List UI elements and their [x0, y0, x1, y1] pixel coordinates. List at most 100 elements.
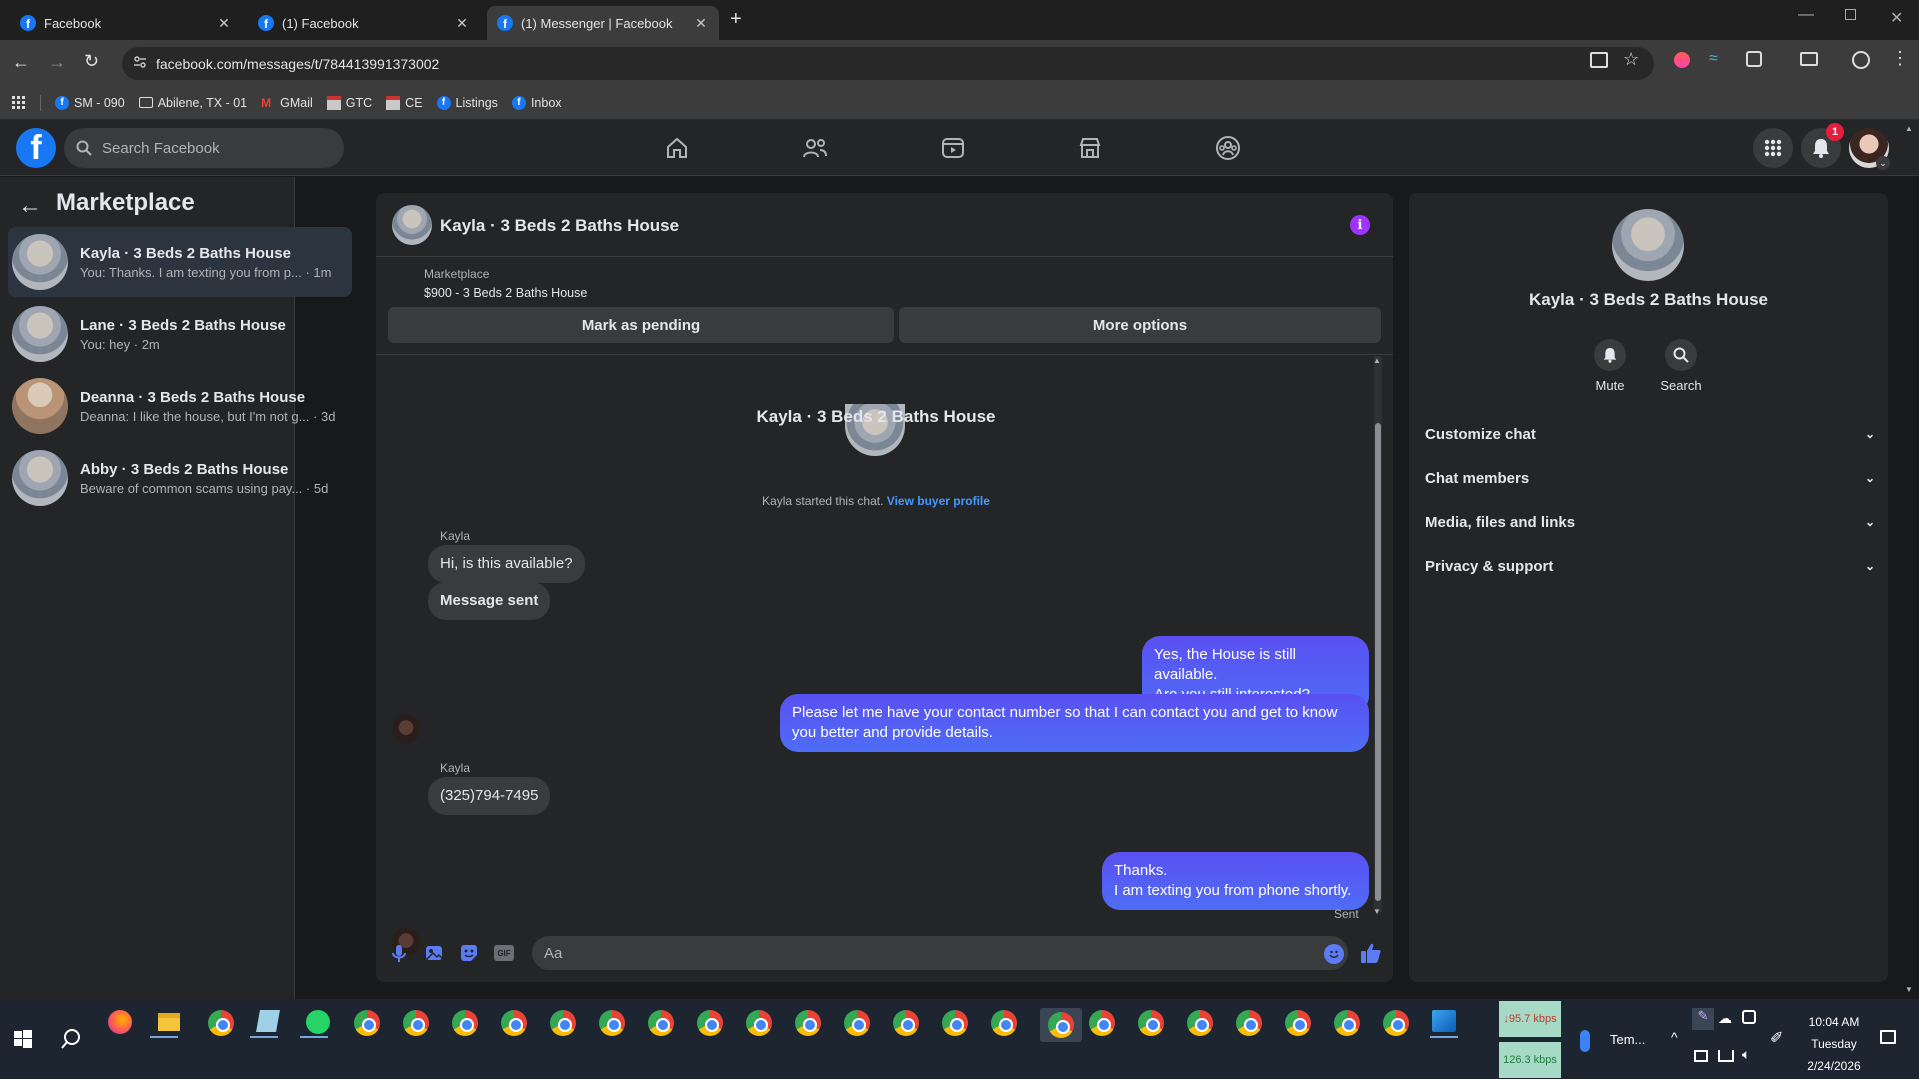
home-icon[interactable] [661, 132, 693, 164]
conversation-item[interactable]: Deanna · 3 Beds 2 Baths House Deanna: I … [8, 371, 352, 441]
address-bar[interactable]: facebook.com/messages/t/784413991373002 [122, 47, 1654, 80]
clock[interactable]: 10:04 AM Tuesday 2/24/2026 [1796, 1011, 1872, 1077]
reload-icon[interactable]: ↻ [84, 51, 99, 72]
site-info-icon[interactable] [133, 55, 147, 69]
chrome-icon[interactable] [208, 1010, 238, 1040]
close-tab-icon[interactable]: ✕ [454, 15, 470, 32]
chrome-icon[interactable] [1138, 1010, 1168, 1040]
onedrive-cloud-icon[interactable]: ☁ [1718, 1010, 1732, 1027]
chrome-icon-active[interactable] [1040, 1008, 1082, 1042]
bookmark-item[interactable]: Abilene, TX - 01 [138, 96, 247, 110]
forward-icon[interactable]: → [48, 52, 66, 73]
chrome-icon[interactable] [746, 1010, 776, 1040]
outgoing-message[interactable]: Thanks. I am texting you from phone shor… [1102, 852, 1369, 910]
chrome-icon[interactable] [403, 1010, 433, 1040]
message-input[interactable]: Aa [532, 936, 1348, 970]
windows-start-icon[interactable] [14, 1030, 32, 1048]
extension-icon[interactable]: ≈ [1709, 50, 1718, 68]
incoming-message[interactable]: Hi, is this available? [428, 545, 585, 583]
close-window-icon[interactable]: ✕ [1890, 8, 1903, 28]
microphone-icon[interactable] [389, 943, 409, 963]
menu-kebab-icon[interactable]: ⋮ [1891, 48, 1909, 69]
info-icon[interactable]: i [1350, 215, 1370, 235]
chrome-icon[interactable] [844, 1010, 874, 1040]
thumbs-up-icon[interactable] [1359, 941, 1383, 965]
apps-grid-icon[interactable] [12, 95, 26, 110]
search-icon[interactable] [1665, 339, 1697, 371]
emoji-icon[interactable] [1324, 944, 1344, 964]
chrome-icon[interactable] [1285, 1010, 1315, 1040]
sender-avatar[interactable] [392, 715, 420, 743]
show-hidden-icons-chevron-icon[interactable]: ^ [1671, 1029, 1678, 1045]
bookmark-item[interactable]: f SM - 090 [55, 95, 125, 110]
view-buyer-profile-link[interactable]: View buyer profile [887, 494, 990, 508]
mute-bell-icon[interactable] [1594, 339, 1626, 371]
back-arrow-icon[interactable]: ← [18, 192, 42, 220]
conversation-item[interactable]: Kayla · 3 Beds 2 Baths House You: Thanks… [8, 227, 352, 297]
gif-icon[interactable]: GIF [494, 945, 514, 961]
bookmark-item[interactable]: f Listings [436, 95, 498, 110]
accordion-privacy-support[interactable]: Privacy & support ⌄ [1425, 548, 1875, 584]
firefox-icon[interactable] [108, 1010, 138, 1040]
extension-icon[interactable] [1674, 52, 1690, 68]
scrollbar-thumb[interactable] [1375, 423, 1381, 901]
thermometer-icon[interactable] [1580, 1030, 1590, 1052]
chrome-icon[interactable] [942, 1010, 972, 1040]
browser-tab[interactable]: f Facebook ✕ [10, 6, 242, 40]
friends-icon[interactable] [799, 132, 831, 164]
video-icon[interactable] [937, 132, 969, 164]
outgoing-message[interactable]: Please let me have your contact number s… [780, 694, 1369, 752]
chrome-icon[interactable] [795, 1010, 825, 1040]
chrome-icon[interactable] [550, 1010, 580, 1040]
chrome-icon[interactable] [697, 1010, 727, 1040]
chrome-icon[interactable] [648, 1010, 678, 1040]
sticker-icon[interactable] [459, 943, 479, 963]
more-options-button[interactable]: More options [899, 307, 1381, 343]
side-panel-icon[interactable] [1800, 52, 1818, 66]
chat-avatar[interactable] [392, 205, 432, 245]
chrome-icon[interactable] [991, 1010, 1021, 1040]
marketplace-icon[interactable] [1074, 132, 1106, 164]
conversation-item[interactable]: Lane · 3 Beds 2 Baths House You: hey · 2… [8, 299, 352, 369]
chat-title[interactable]: Kayla · 3 Beds 2 Baths House [440, 216, 679, 236]
back-icon[interactable]: ← [12, 52, 30, 73]
accordion-media-files-links[interactable]: Media, files and links ⌄ [1425, 504, 1875, 540]
bookmark-item[interactable]: CE [386, 95, 423, 110]
chrome-icon[interactable] [1383, 1010, 1413, 1040]
mark-as-pending-button[interactable]: Mark as pending [388, 307, 894, 343]
install-app-icon[interactable] [1590, 52, 1608, 68]
conversation-item[interactable]: Abby · 3 Beds 2 Baths House Beware of co… [8, 443, 352, 513]
facebook-logo-icon[interactable]: f [16, 128, 56, 168]
profile-avatar[interactable] [1612, 209, 1684, 281]
profile-icon[interactable] [1852, 51, 1870, 69]
page-scroll-up-icon[interactable]: ▲ [1905, 124, 1913, 133]
chrome-icon[interactable] [1334, 1010, 1364, 1040]
scroll-up-icon[interactable]: ▲ [1373, 356, 1381, 365]
close-tab-icon[interactable]: ✕ [216, 15, 232, 32]
chrome-icon[interactable] [452, 1010, 482, 1040]
listing-detail[interactable]: $900 - 3 Beds 2 Baths House [424, 286, 587, 300]
accordion-customize-chat[interactable]: Customize chat ⌄ [1425, 416, 1875, 452]
weather-label[interactable]: Tem... [1610, 1032, 1645, 1047]
incoming-message[interactable]: Message sent [428, 582, 551, 620]
bookmark-item[interactable]: M GMail [261, 96, 313, 110]
chevron-down-icon[interactable]: ⌄ [1876, 156, 1890, 170]
minimize-icon[interactable]: — [1798, 6, 1814, 24]
restore-icon[interactable] [1845, 9, 1856, 20]
tray-app-icon[interactable] [1742, 1010, 1756, 1024]
network-icon[interactable] [1718, 1050, 1734, 1062]
browser-tab[interactable]: f (1) Facebook ✕ [248, 6, 480, 40]
bookmark-item[interactable]: GTC [326, 95, 372, 110]
extensions-puzzle-icon[interactable] [1746, 51, 1762, 67]
scroll-down-icon[interactable]: ▼ [1373, 907, 1381, 916]
accordion-chat-members[interactable]: Chat members ⌄ [1425, 460, 1875, 496]
chrome-icon[interactable] [1187, 1010, 1217, 1040]
groups-icon[interactable] [1212, 132, 1244, 164]
close-tab-icon[interactable]: ✕ [693, 15, 709, 32]
pen-settings-icon[interactable]: ✐ [1770, 1028, 1783, 1048]
bookmark-star-icon[interactable]: ☆ [1623, 49, 1639, 70]
tray-device-icon[interactable] [1694, 1050, 1708, 1062]
pen-tray-icon[interactable]: ✎ [1692, 1008, 1714, 1030]
chrome-icon[interactable] [1236, 1010, 1266, 1040]
search-icon[interactable] [60, 1028, 82, 1050]
